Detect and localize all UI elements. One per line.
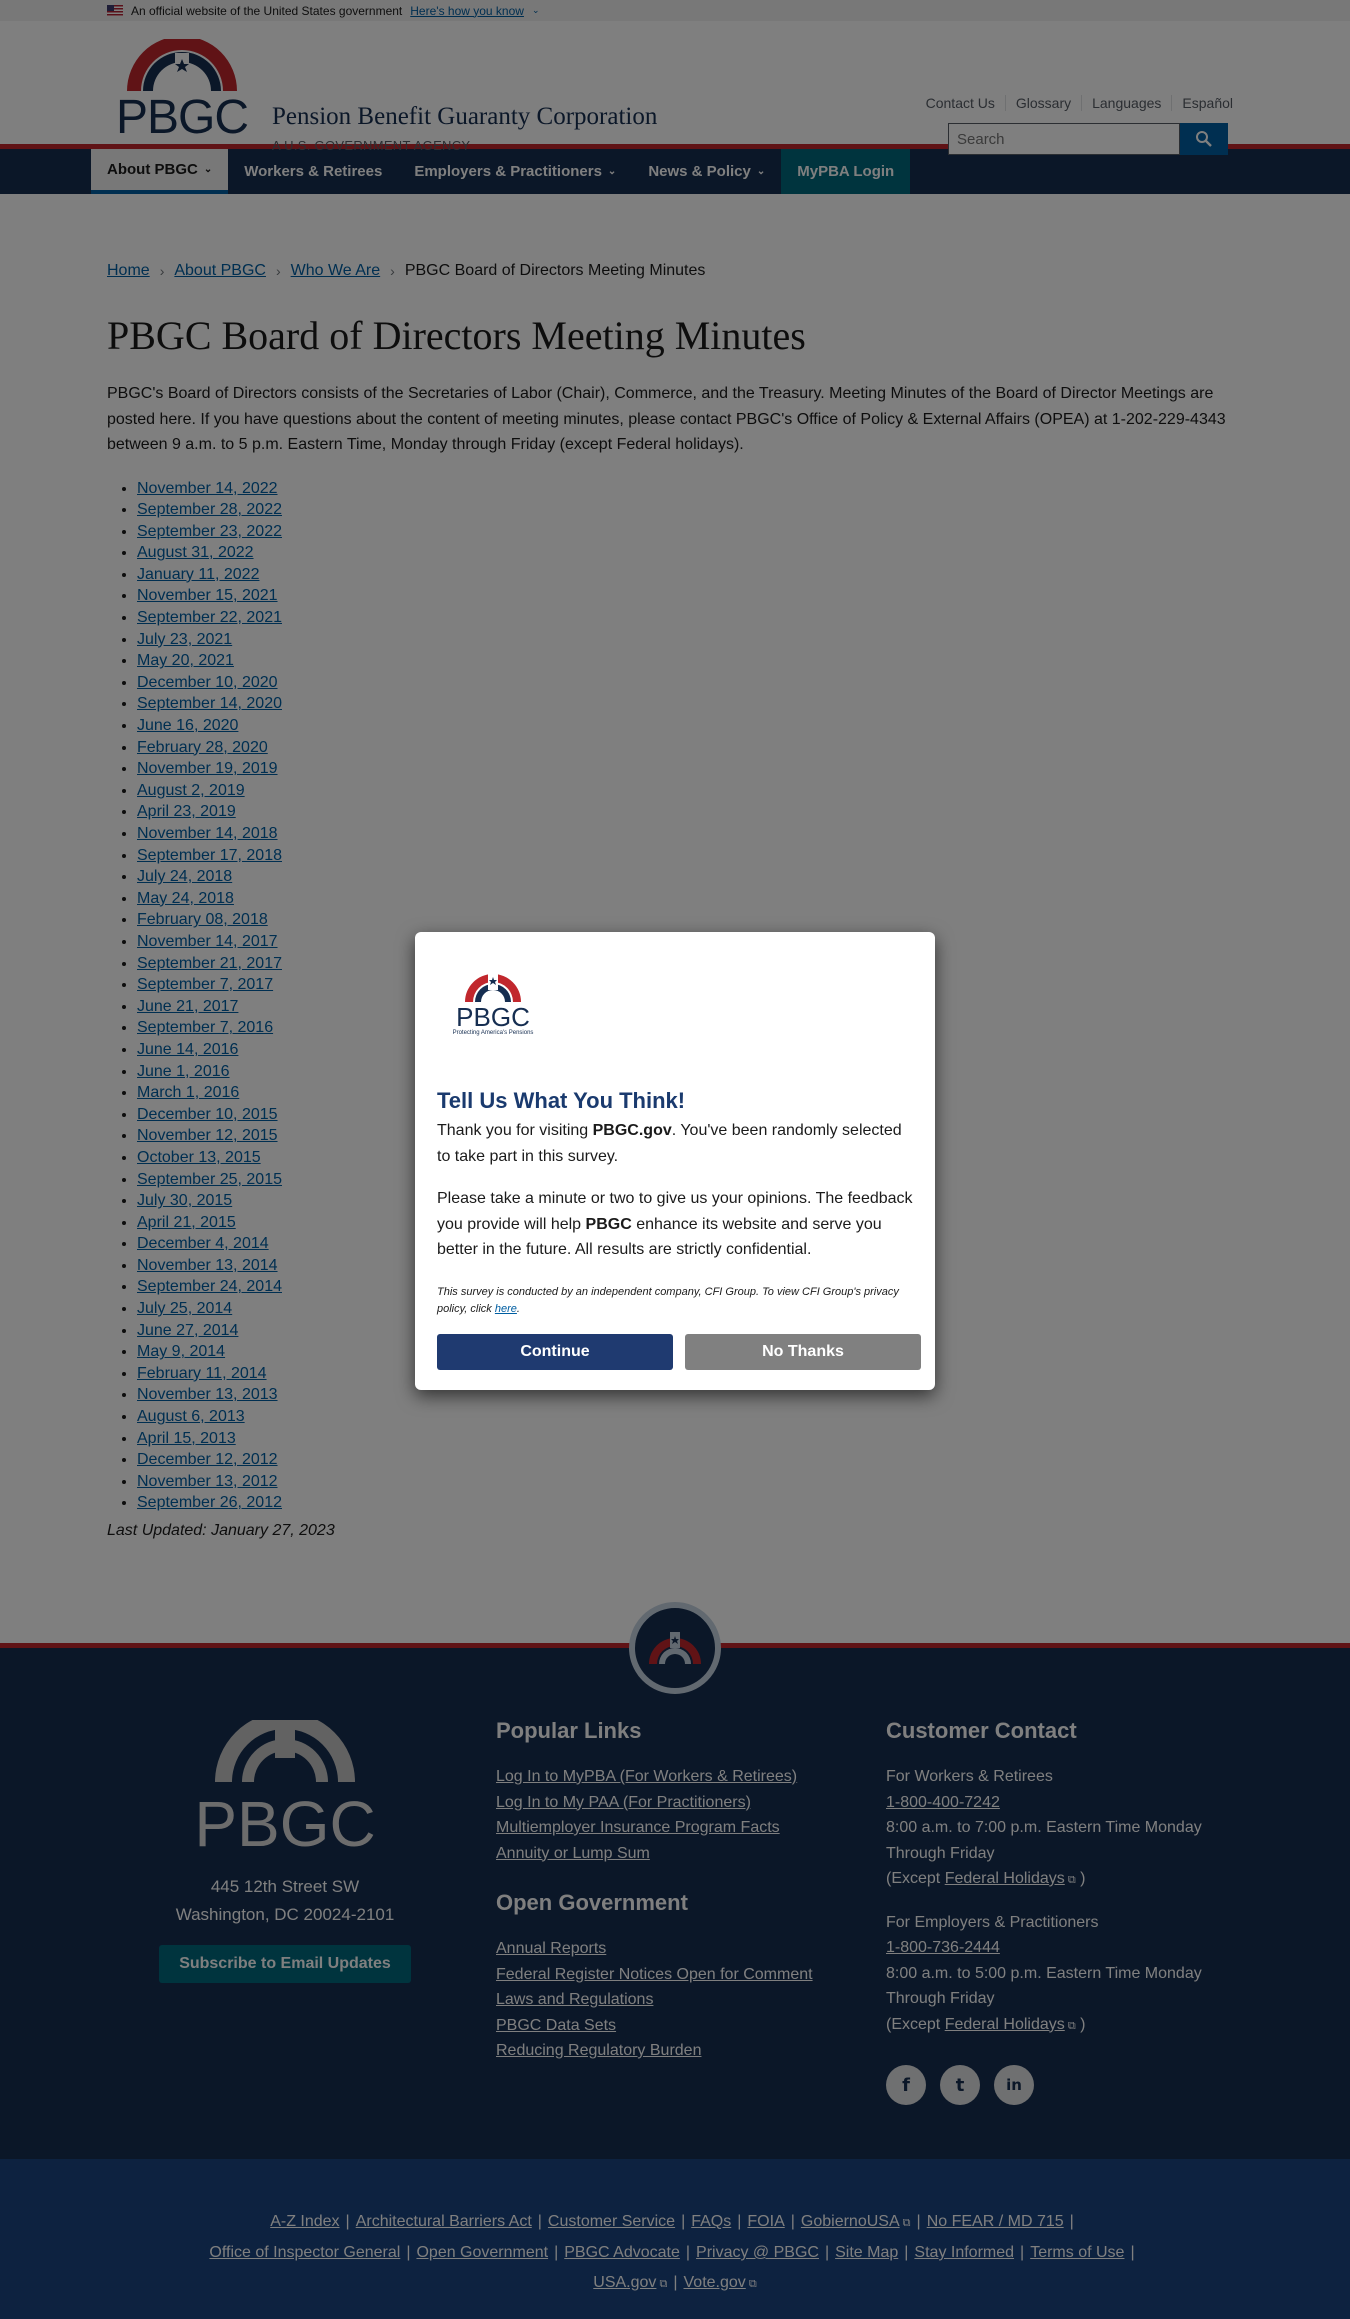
modal-p1-bold: PBGC.gov <box>592 1122 672 1139</box>
continue-button[interactable]: Continue <box>437 1334 673 1370</box>
modal-p1-text: Thank you for visiting <box>437 1122 593 1139</box>
modal-paragraph-2: Please take a minute or two to give us y… <box>437 1186 919 1263</box>
modal-buttons: Continue No Thanks <box>437 1334 921 1370</box>
survey-modal: PBGC Protecting America's Pensions Tell … <box>415 932 935 1390</box>
svg-text:PBGC: PBGC <box>456 1002 530 1032</box>
modal-disclaimer: This survey is conducted by an independe… <box>437 1284 919 1318</box>
no-thanks-button[interactable]: No Thanks <box>685 1334 921 1370</box>
modal-p2-bold: PBGC <box>585 1215 632 1233</box>
privacy-policy-link[interactable]: here <box>495 1303 517 1315</box>
modal-paragraph-1: Thank you for visiting PBGC.gov. You've … <box>437 1118 919 1169</box>
modal-pbgc-logo: PBGC Protecting America's Pensions <box>453 974 534 1036</box>
modal-disclaimer-end: . <box>516 1303 520 1315</box>
svg-text:Protecting America's Pensions: Protecting America's Pensions <box>453 1030 534 1036</box>
modal-title: Tell Us What You Think! <box>437 1088 686 1113</box>
